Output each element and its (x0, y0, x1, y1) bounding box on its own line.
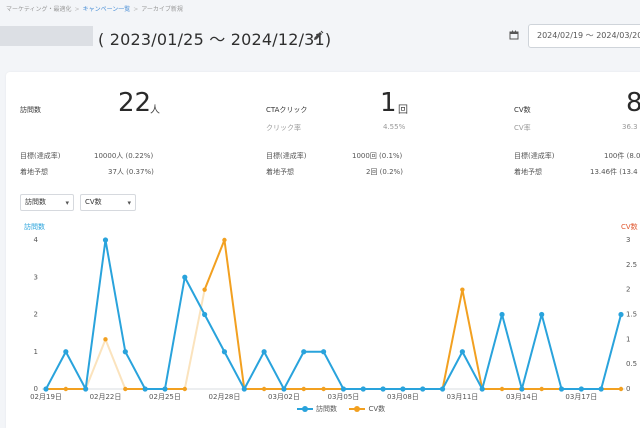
x-axis-tick-label: 02月22日 (90, 393, 122, 401)
visits-data-point (499, 311, 505, 318)
x-axis-tick-label: 02月28日 (209, 393, 241, 401)
visits-data-point (162, 386, 168, 392)
visits-data-point (202, 311, 208, 318)
cv-data-point (499, 386, 505, 392)
x-axis-tick-label: 03月14日 (506, 393, 538, 401)
visits-data-point (539, 311, 545, 318)
visits-data-point (241, 386, 247, 392)
right-axis-tick-label: 2 (626, 286, 630, 294)
visits-data-point (182, 274, 188, 280)
visits-data-point (558, 386, 565, 392)
x-axis-tick-label: 02月25日 (149, 393, 181, 401)
cv-data-point (63, 386, 69, 392)
legend-visits-label[interactable]: 訪問数 (316, 405, 337, 413)
visits-data-point (142, 386, 148, 392)
visits-data-point (83, 386, 89, 392)
cv-data-point (321, 386, 326, 392)
left-axis-tick-label: 4 (34, 236, 39, 244)
chart-legend: 訪問数 CV数 (297, 404, 385, 414)
cv-data-point (261, 386, 267, 392)
cv-data-point (222, 237, 227, 243)
visits-data-point (281, 386, 287, 392)
legend-cv-swatch (349, 406, 366, 412)
left-axis-tick-label: 3 (34, 273, 38, 281)
right-axis-tick-label: 3 (626, 236, 630, 244)
visits-data-point (439, 386, 446, 392)
cv-series-segment (223, 239, 246, 390)
right-axis-tick-label: 0.5 (626, 360, 637, 368)
left-axis-tick-label: 1 (34, 348, 38, 356)
x-axis-tick-label: 02月19日 (30, 393, 62, 401)
cv-data-point (460, 287, 465, 292)
left-axis-tick-label: 2 (34, 311, 38, 319)
x-axis-tick-label: 03月05日 (327, 393, 359, 401)
right-axis-tick-label: 0 (626, 385, 630, 393)
visits-data-point (400, 386, 406, 392)
cv-series-segment (183, 288, 206, 390)
x-axis-tick-label: 03月02日 (268, 393, 300, 401)
cv-data-point (182, 386, 187, 392)
right-axis-tick-label: 2.5 (626, 261, 637, 269)
right-axis-tick-label: 1 (626, 335, 630, 343)
cv-series-segment (441, 288, 464, 390)
legend-visits-swatch (297, 406, 313, 412)
visits-data-point (380, 386, 386, 392)
cv-data-point (202, 287, 207, 292)
legend-cv-label[interactable]: CV数 (368, 405, 385, 413)
line-chart: 0 1 2 3 4 0 0.5 1 1.5 2 2.5 3 02月19日 02月22日 02月25日 02月2… (30, 236, 637, 401)
visits-data-point (63, 349, 69, 355)
visits-data-point (261, 349, 267, 355)
cv-series-segment (461, 288, 484, 390)
x-axis-tick-label: 03月11日 (446, 393, 478, 401)
right-axis-tick-label: 1.5 (626, 311, 637, 319)
visits-data-point (221, 349, 228, 355)
visits-data-point (479, 386, 485, 392)
visits-data-point (598, 386, 604, 392)
visits-data-point (43, 386, 49, 392)
visits-data-point (301, 349, 307, 355)
visits-data-point (102, 237, 109, 243)
visits-data-point (360, 386, 366, 392)
visits-data-point (340, 386, 347, 392)
cv-series-segment (104, 338, 127, 390)
cv-data-point (539, 386, 544, 392)
visits-data-point (459, 349, 465, 355)
visits-data-point (122, 349, 128, 355)
visits-data-point (618, 311, 624, 318)
cv-data-point (301, 386, 306, 392)
x-axis-tick-label: 03月08日 (387, 393, 419, 401)
cv-data-point (618, 386, 624, 392)
cv-data-point (103, 337, 108, 342)
cv-series-segment (203, 239, 226, 291)
visits-data-point (519, 386, 525, 392)
left-axis-tick-label: 0 (34, 385, 38, 393)
x-axis-tick-label: 03月17日 (565, 393, 597, 401)
visits-data-point (320, 349, 327, 355)
visits-data-point (420, 386, 426, 392)
visits-series-line (45, 239, 622, 390)
visits-data-point (578, 386, 584, 392)
cv-data-point (123, 386, 128, 392)
